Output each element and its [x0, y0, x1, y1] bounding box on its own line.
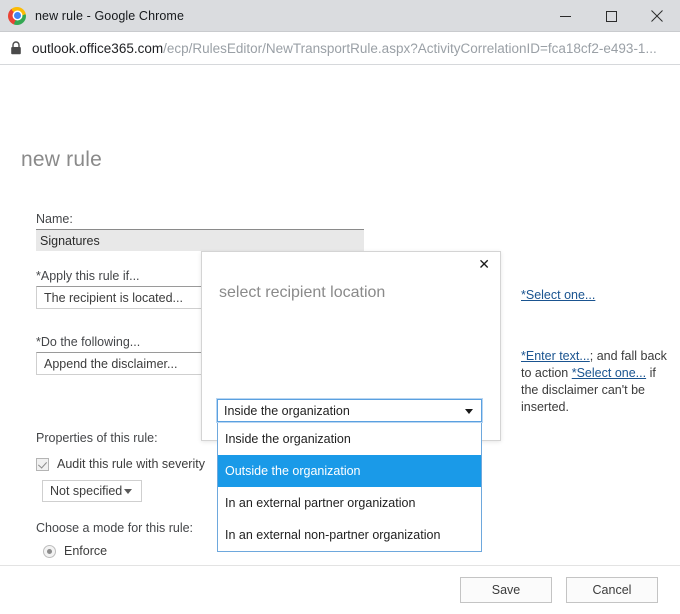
enter-text-link[interactable]: *Enter text... [521, 349, 590, 363]
rule-properties: Properties of this rule: Audit this rule… [36, 431, 205, 502]
url-path: /ecp/RulesEditor/NewTransportRule.aspx?A… [163, 40, 657, 56]
recipient-location-select-wrap: Inside the organization Inside the organ… [216, 398, 483, 552]
window-title: new rule - Google Chrome [35, 8, 184, 23]
page-title: new rule [21, 148, 102, 171]
radio-enforce-button[interactable] [43, 544, 56, 558]
url-text: outlook.office365.com/ecp/RulesEditor/Ne… [32, 41, 657, 56]
title-bar: new rule - Google Chrome [0, 0, 680, 32]
name-label: Name: [36, 212, 73, 226]
url-host: outlook.office365.com [32, 40, 164, 56]
properties-header: Properties of this rule: [36, 431, 158, 445]
option-inside-organization[interactable]: Inside the organization [218, 423, 481, 455]
recipient-location-options: Inside the organization Outside the orga… [217, 423, 482, 552]
radio-enforce-label: Enforce [64, 544, 108, 558]
window-controls [542, 0, 680, 32]
severity-value: Not specified [50, 484, 123, 498]
chevron-down-icon [465, 408, 473, 414]
browser-window: new rule - Google Chrome outlook.office3… [0, 0, 680, 614]
close-button[interactable] [634, 0, 680, 32]
omnibox[interactable]: outlook.office365.com/ecp/RulesEditor/Ne… [0, 32, 680, 65]
select-one-link[interactable]: *Select one... [521, 288, 595, 302]
audit-checkbox-row[interactable]: Audit this rule with severity [36, 457, 205, 471]
dialog-footer: Save Cancel [0, 565, 680, 613]
severity-dropdown[interactable]: Not specified [42, 480, 142, 502]
chevron-down-icon [124, 489, 132, 494]
lock-icon [10, 41, 22, 55]
do-following-value: Append the disclaimer... [44, 356, 178, 371]
save-button[interactable]: Save [460, 576, 552, 603]
do-following-note: *Enter text...; and fall back to action … [521, 348, 671, 416]
mode-header: Choose a mode for this rule: [36, 521, 194, 535]
option-external-partner[interactable]: In an external partner organization [218, 487, 481, 519]
fallback-select-one-link[interactable]: *Select one... [572, 366, 646, 380]
close-icon[interactable]: ✕ [478, 258, 490, 272]
dialog-title: select recipient location [219, 284, 386, 301]
recipient-location-select[interactable]: Inside the organization [216, 398, 483, 423]
chrome-logo-icon [8, 6, 26, 25]
name-input[interactable]: Signatures [36, 229, 364, 251]
apply-rule-value: The recipient is located... [44, 290, 183, 305]
recipient-location-value: Inside the organization [224, 403, 350, 418]
option-outside-organization[interactable]: Outside the organization [218, 455, 481, 487]
cancel-button[interactable]: Cancel [566, 576, 658, 603]
audit-checkbox[interactable] [36, 457, 49, 471]
minimize-button[interactable] [542, 0, 588, 32]
radio-enforce[interactable]: Enforce [36, 544, 193, 558]
page-content: new rule Name: Signatures *Apply this ru… [0, 65, 680, 613]
apply-rule-note: *Select one... [521, 287, 671, 304]
audit-checkbox-label: Audit this rule with severity [57, 457, 205, 471]
maximize-button[interactable] [588, 0, 634, 32]
option-external-non-partner[interactable]: In an external non-partner organization [218, 519, 481, 551]
